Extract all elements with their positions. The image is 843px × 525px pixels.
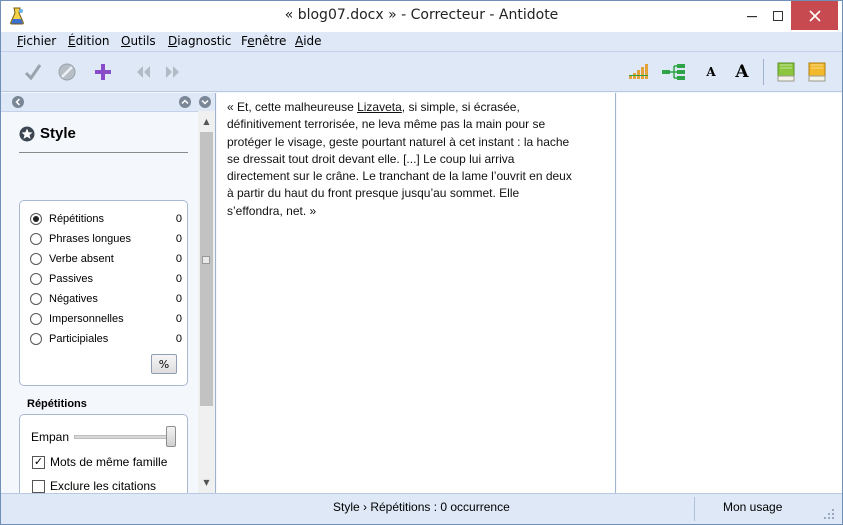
title-bar: « blog07.docx » - Correcteur - Antidote bbox=[1, 1, 842, 32]
same-family-checkbox[interactable]: ✓ bbox=[32, 455, 45, 469]
details-pane bbox=[617, 93, 842, 493]
panel-content: Style Répétitions 0 Phrases longues 0 Ve… bbox=[1, 111, 198, 506]
menu-fenetre[interactable]: Fenêtre bbox=[241, 34, 286, 48]
resize-grip-icon[interactable] bbox=[823, 508, 835, 520]
radio[interactable] bbox=[30, 333, 42, 345]
star-badge-icon bbox=[19, 126, 35, 141]
title-divider bbox=[19, 152, 188, 153]
minimize-button[interactable] bbox=[739, 1, 765, 30]
font-small-button[interactable]: A bbox=[699, 60, 723, 84]
dictionary-green-icon bbox=[777, 62, 795, 82]
app-window: « blog07.docx » - Correcteur - Antidote … bbox=[0, 0, 843, 525]
add-button[interactable] bbox=[91, 60, 115, 84]
radio[interactable] bbox=[30, 233, 42, 245]
option-repetitions[interactable]: Répétitions 0 bbox=[30, 210, 182, 228]
option-negatives[interactable]: Négatives 0 bbox=[30, 290, 182, 308]
radio[interactable] bbox=[30, 313, 42, 325]
next-button[interactable] bbox=[161, 60, 185, 84]
chevron-down-icon bbox=[201, 99, 209, 105]
checkmark-icon bbox=[24, 64, 42, 81]
radio-selected[interactable] bbox=[30, 213, 42, 225]
usage-button[interactable]: Mon usage bbox=[723, 500, 782, 514]
toolbar-separator bbox=[763, 59, 764, 85]
text-line: directement sur le crâne. Le tranchant d… bbox=[227, 169, 572, 184]
scroll-down-arrow[interactable]: ▼ bbox=[198, 474, 215, 491]
scrollbar-thumb[interactable] bbox=[200, 132, 213, 406]
structure-button[interactable] bbox=[661, 60, 685, 84]
window-title: « blog07.docx » - Correcteur - Antidote bbox=[284, 7, 559, 23]
style-panel: Style Répétitions 0 Phrases longues 0 Ve… bbox=[1, 93, 216, 506]
menu-diagnostic[interactable]: Diagnostic bbox=[168, 34, 231, 48]
previous-button[interactable] bbox=[131, 60, 155, 84]
text-line: protéger le visage, geste pourtant natur… bbox=[227, 134, 570, 149]
dictionary-yellow-icon bbox=[808, 62, 826, 82]
empan-slider-track[interactable] bbox=[74, 435, 174, 439]
text-line: définitivement terrorisée, ne leva même … bbox=[227, 117, 546, 132]
scrollbar-grip[interactable] bbox=[202, 256, 210, 264]
panel-scrollbar[interactable]: ▲ ▼ bbox=[198, 111, 215, 493]
style-options-box: Répétitions 0 Phrases longues 0 Verbe ab… bbox=[19, 200, 188, 386]
previous-section-button[interactable] bbox=[179, 96, 191, 108]
menu-bar: Fichier Édition Outils Diagnostic Fenêtr… bbox=[1, 32, 842, 52]
statistics-button[interactable] bbox=[627, 60, 651, 84]
dictionaries-button[interactable] bbox=[774, 60, 798, 84]
status-separator bbox=[694, 497, 695, 521]
status-text: Style › Répétitions : 0 occurrence bbox=[333, 500, 510, 514]
option-verbe-absent[interactable]: Verbe absent 0 bbox=[30, 250, 182, 268]
forbidden-icon bbox=[58, 63, 76, 81]
text-line: se dressait tout droit devant elle. [...… bbox=[227, 151, 515, 166]
maximize-button[interactable] bbox=[765, 1, 791, 30]
text-editor[interactable]: « Et, cette malheureuse Lizaveta, si sim… bbox=[217, 93, 616, 493]
radio[interactable] bbox=[30, 273, 42, 285]
panel-header bbox=[1, 93, 216, 111]
option-impersonnelles[interactable]: Impersonnelles 0 bbox=[30, 310, 182, 328]
menu-fichier[interactable]: Fichier bbox=[17, 34, 56, 48]
add-icon bbox=[95, 64, 111, 80]
chevron-left-icon bbox=[15, 98, 21, 106]
text-line: à partir du haut du front presque jusqu’… bbox=[227, 186, 520, 201]
next-section-button[interactable] bbox=[199, 96, 211, 108]
close-button[interactable] bbox=[791, 1, 838, 30]
option-participiales[interactable]: Participiales 0 bbox=[30, 330, 182, 348]
toolbar: A A bbox=[1, 52, 842, 92]
signal-bars-icon bbox=[629, 64, 648, 79]
menu-outils[interactable]: Outils bbox=[121, 34, 156, 48]
guides-button[interactable] bbox=[805, 60, 829, 84]
collapse-panel-button[interactable] bbox=[12, 96, 24, 108]
font-small-icon: A bbox=[706, 65, 716, 79]
empan-slider-thumb[interactable] bbox=[166, 426, 176, 447]
underlined-word[interactable]: Lizaveta bbox=[357, 100, 402, 114]
empan-label: Empan bbox=[31, 430, 70, 444]
radio[interactable] bbox=[30, 293, 42, 305]
radio[interactable] bbox=[30, 253, 42, 265]
ignore-button[interactable] bbox=[55, 60, 79, 84]
exclude-quotes-checkbox-row[interactable]: Exclure les citations bbox=[32, 479, 156, 493]
menu-edition[interactable]: Édition bbox=[68, 34, 110, 48]
previous-icon bbox=[137, 66, 150, 78]
style-title: Style bbox=[40, 125, 76, 142]
font-large-button[interactable]: A bbox=[730, 60, 754, 84]
percent-button[interactable]: % bbox=[151, 354, 177, 374]
scroll-up-arrow[interactable]: ▲ bbox=[198, 113, 215, 130]
repetitions-section-title: Répétitions bbox=[27, 398, 87, 410]
option-phrases-longues[interactable]: Phrases longues 0 bbox=[30, 230, 182, 248]
next-icon bbox=[166, 66, 179, 78]
exclude-quotes-checkbox[interactable] bbox=[32, 479, 45, 493]
status-bar: Style › Répétitions : 0 occurrence Mon u… bbox=[1, 493, 842, 524]
tree-icon bbox=[662, 64, 685, 80]
style-heading: Style bbox=[3, 125, 76, 142]
chevron-up-icon bbox=[181, 99, 189, 105]
text-line: « Et, cette malheureuse Lizaveta, si sim… bbox=[227, 100, 520, 114]
same-family-checkbox-row[interactable]: ✓ Mots de même famille bbox=[32, 455, 167, 469]
close-icon bbox=[808, 9, 821, 22]
option-passives[interactable]: Passives 0 bbox=[30, 270, 182, 288]
font-large-icon: A bbox=[735, 62, 749, 82]
text-line: s’effondra, net. » bbox=[227, 203, 317, 218]
menu-aide[interactable]: Aide bbox=[295, 34, 322, 48]
correct-button[interactable] bbox=[21, 60, 45, 84]
document-text[interactable]: « Et, cette malheureuse Lizaveta, si sim… bbox=[227, 99, 607, 220]
